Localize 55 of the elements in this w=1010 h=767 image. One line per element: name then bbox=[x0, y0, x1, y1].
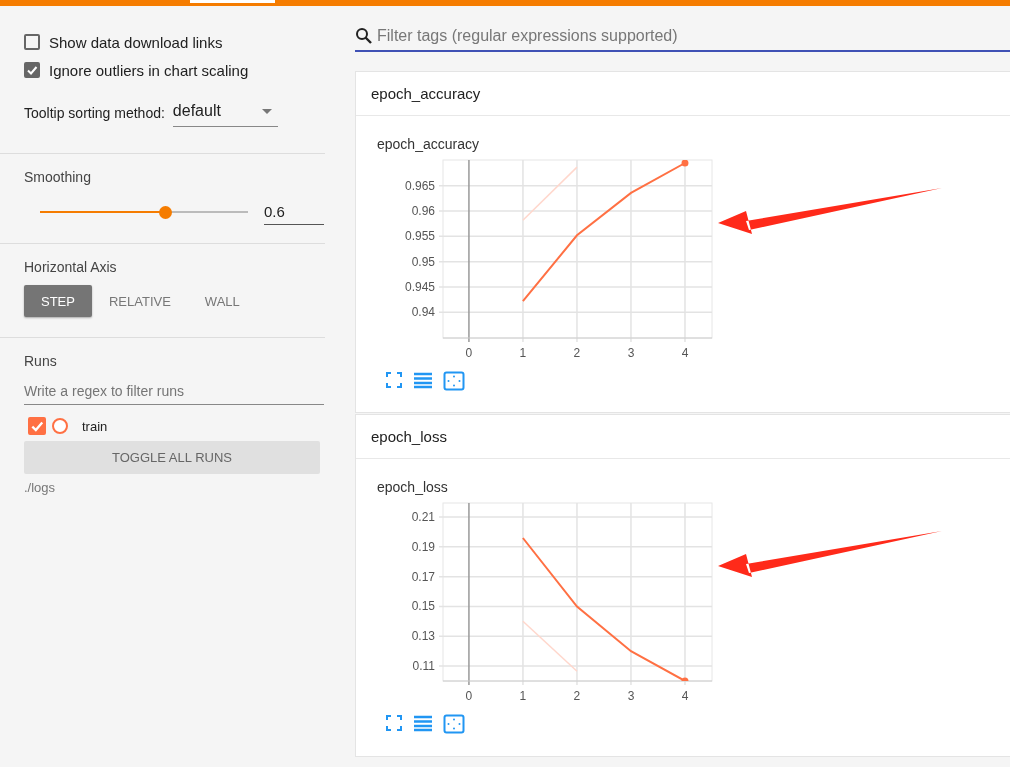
lines-icon[interactable] bbox=[413, 371, 433, 389]
x-tick-label: 2 bbox=[573, 689, 581, 703]
fit-to-data-icon[interactable] bbox=[443, 714, 465, 734]
x-tick-label: 1 bbox=[519, 346, 527, 360]
run-name: train bbox=[82, 418, 108, 434]
run-color-dot[interactable] bbox=[52, 418, 68, 434]
y-tick-label: 0.94 bbox=[411, 305, 435, 320]
x-tick-label: 4 bbox=[681, 346, 689, 360]
y-tick-label: 0.965 bbox=[404, 178, 435, 193]
caret-icon bbox=[261, 108, 272, 114]
checkbox-label: Ignore outliers in chart scaling bbox=[49, 61, 249, 79]
fullscreen-icon[interactable] bbox=[385, 371, 403, 389]
y-tick-label: 0.15 bbox=[411, 599, 435, 614]
y-tick-label: 0.17 bbox=[411, 569, 435, 584]
x-tick-label: 1 bbox=[519, 689, 527, 703]
run-filter-field[interactable]: Write a regex to filter runs bbox=[24, 383, 324, 405]
x-tick-label: 0 bbox=[465, 346, 473, 360]
search-icon bbox=[355, 27, 373, 45]
y-tick-label: 0.945 bbox=[404, 279, 435, 294]
fit-to-data-icon[interactable] bbox=[443, 371, 465, 391]
x-tick-label: 2 bbox=[573, 346, 581, 360]
chart-title: epoch_accuracy bbox=[377, 136, 480, 152]
section-label: Runs bbox=[24, 352, 58, 369]
axis-toggle-button[interactable]: STEP bbox=[24, 285, 92, 317]
checkbox-label: Show data download links bbox=[49, 33, 223, 51]
checkbox[interactable] bbox=[24, 62, 40, 78]
y-tick-label: 0.11 bbox=[412, 659, 435, 674]
y-tick-label: 0.13 bbox=[411, 629, 435, 644]
data-point bbox=[681, 160, 689, 167]
log-directory: ./logs bbox=[24, 480, 57, 495]
checkbox[interactable] bbox=[24, 34, 40, 50]
y-tick-label: 0.96 bbox=[411, 204, 435, 219]
x-tick-label: 0 bbox=[465, 689, 473, 703]
data-point bbox=[681, 677, 689, 681]
sort-dropdown[interactable]: default bbox=[172, 102, 278, 127]
fullscreen-icon[interactable] bbox=[385, 714, 403, 732]
tag-filter-field[interactable]: Filter tags (regular expressions supported) bbox=[377, 27, 1010, 45]
y-tick-label: 0.95 bbox=[411, 254, 435, 269]
slider-thumb[interactable] bbox=[158, 205, 172, 219]
field-label: Tooltip sorting method: bbox=[24, 105, 165, 123]
x-tick-label: 4 bbox=[681, 689, 689, 703]
axis-toggle-button[interactable]: WALL bbox=[187, 285, 257, 317]
chart-title: epoch_loss bbox=[377, 479, 449, 495]
value-field[interactable]: 0.6 bbox=[264, 199, 324, 225]
toggle-all-runs-button[interactable]: TOGGLE ALL RUNS bbox=[24, 441, 320, 474]
y-tick-label: 0.21 bbox=[411, 510, 435, 524]
x-tick-label: 3 bbox=[627, 346, 635, 360]
section-label: Horizontal Axis bbox=[24, 258, 118, 275]
section-label: Smoothing bbox=[24, 168, 92, 185]
y-tick-label: 0.955 bbox=[404, 229, 435, 244]
axis-toggle-button[interactable]: RELATIVE bbox=[91, 285, 188, 317]
y-tick-label: 0.19 bbox=[411, 539, 435, 554]
lines-icon[interactable] bbox=[413, 714, 433, 732]
run-checkbox[interactable] bbox=[28, 417, 46, 435]
x-tick-label: 3 bbox=[627, 689, 635, 703]
